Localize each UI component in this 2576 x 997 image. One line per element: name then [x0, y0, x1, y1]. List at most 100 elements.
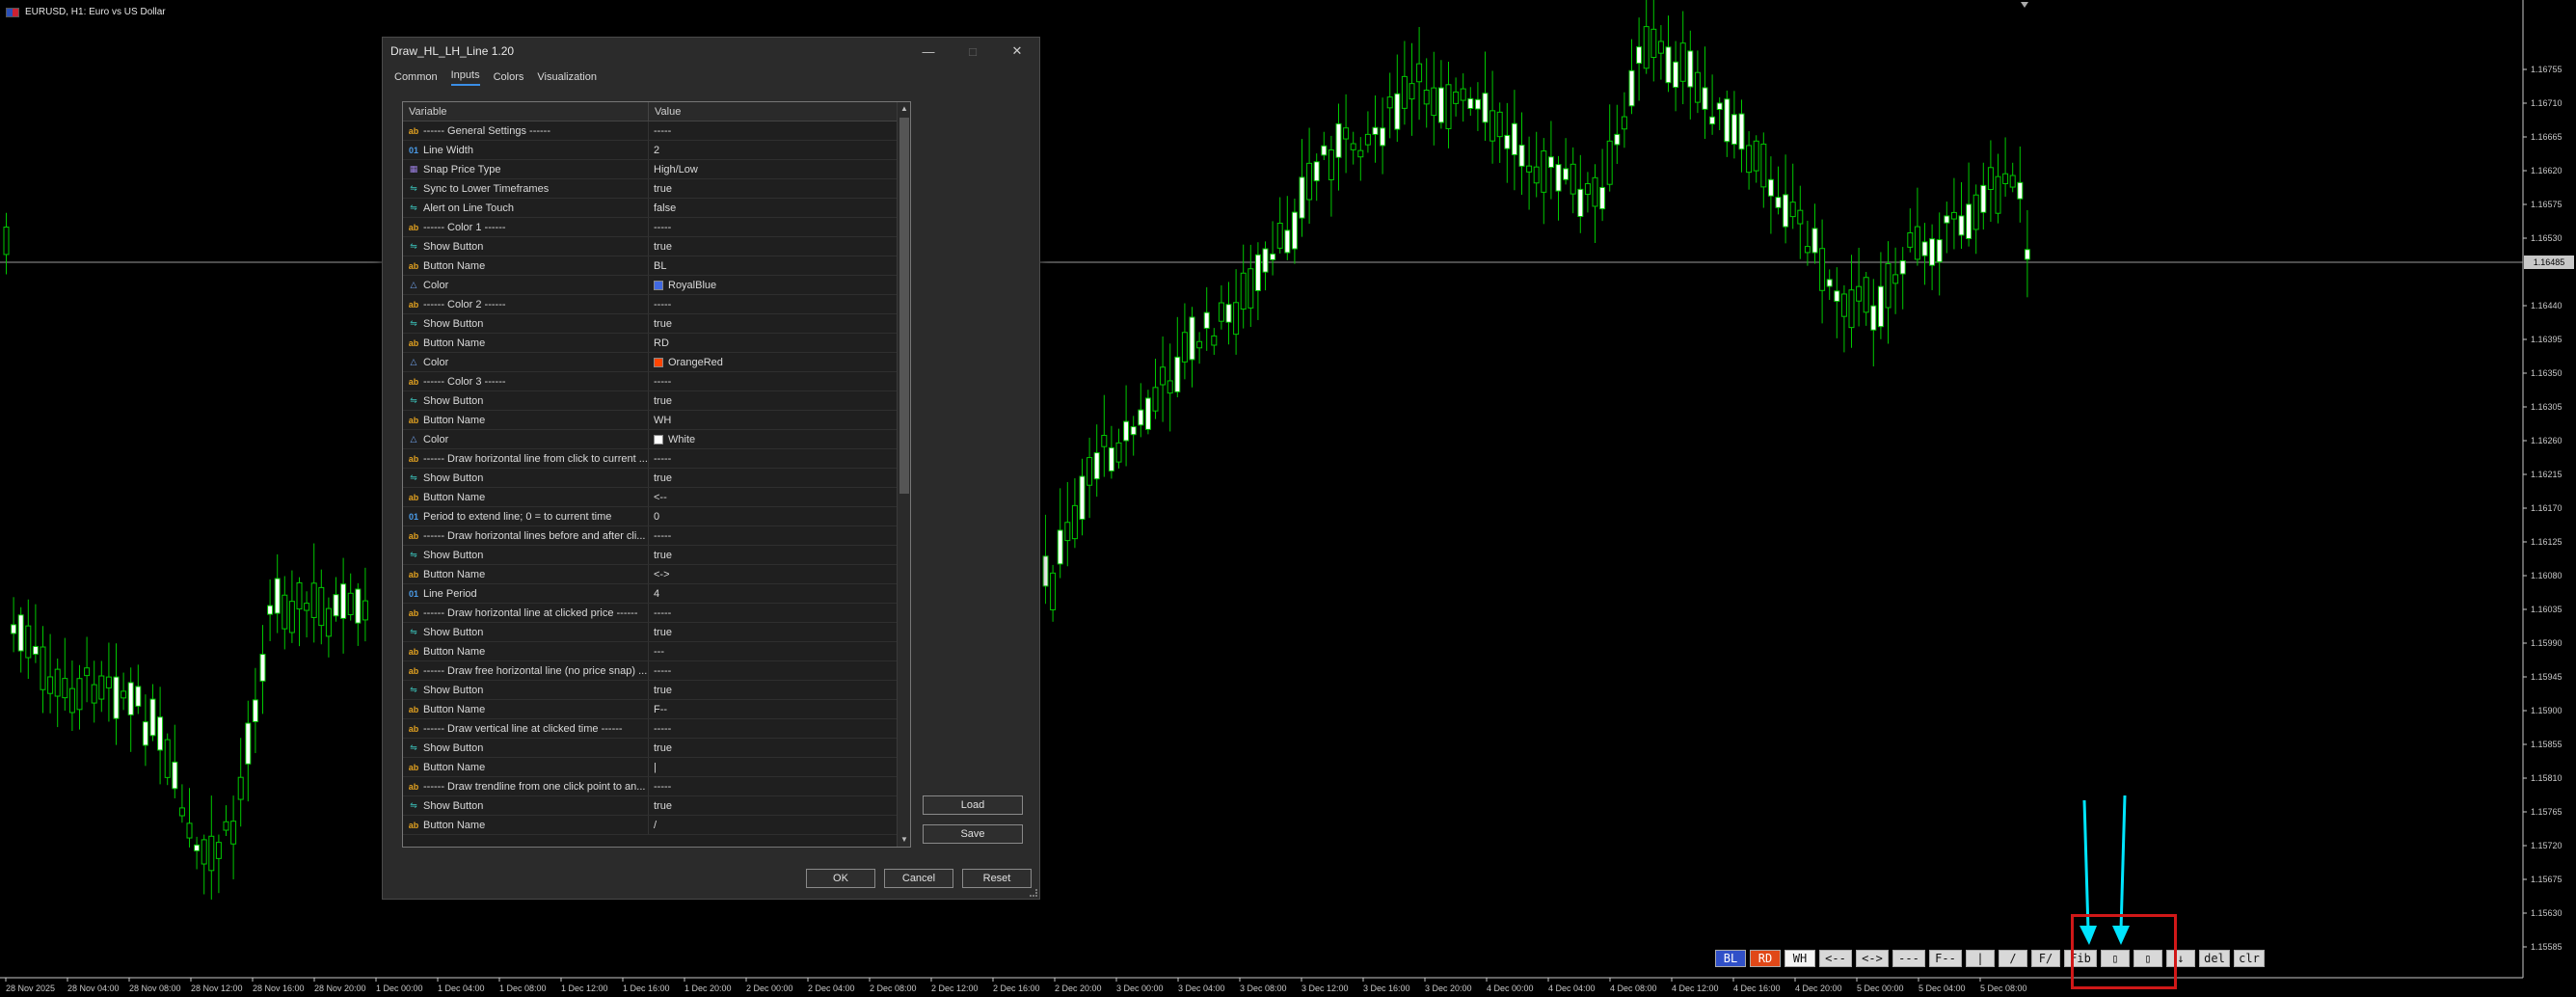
grid-row[interactable]: ab Button Name RD	[403, 334, 897, 353]
scroll-up-icon[interactable]: ▲	[898, 102, 910, 116]
grid-row[interactable]: ⇋ Alert on Line Touch false	[403, 199, 897, 218]
scroll-down-icon[interactable]: ▼	[898, 833, 910, 847]
grid-row[interactable]: ab ------ Draw horizontal line from click…	[403, 449, 897, 469]
row-value[interactable]: -----	[649, 372, 897, 391]
grid-row[interactable]: ab Button Name ---	[403, 642, 897, 661]
tab-visualization[interactable]: Visualization	[537, 71, 597, 86]
row-value[interactable]: false	[649, 199, 897, 217]
toolbar-button[interactable]: |	[1966, 950, 1995, 967]
toolbar-button[interactable]: WH	[1784, 950, 1815, 967]
row-value[interactable]: -----	[649, 777, 897, 795]
grid-row[interactable]: ab ------ Draw horizontal line at clicked…	[403, 604, 897, 623]
grid-row[interactable]: ⇋ Show Button true	[403, 796, 897, 816]
tab-inputs[interactable]: Inputs	[450, 69, 480, 86]
row-value[interactable]: |	[649, 758, 897, 776]
grid-row[interactable]: △ Color RoyalBlue	[403, 276, 897, 295]
row-value[interactable]: 2	[649, 141, 897, 159]
grid-row[interactable]: ⇋ Show Button true	[403, 469, 897, 488]
resize-grip-icon[interactable]	[1030, 889, 1037, 897]
row-value[interactable]: WH	[649, 411, 897, 429]
toolbar-button[interactable]: /	[1999, 950, 2027, 967]
toolbar-button[interactable]: <->	[1856, 950, 1889, 967]
row-value[interactable]: <->	[649, 565, 897, 583]
grid-row[interactable]: 01 Line Period 4	[403, 584, 897, 604]
grid-row[interactable]: ⇋ Show Button true	[403, 623, 897, 642]
row-value[interactable]: true	[649, 546, 897, 564]
toolbar-button[interactable]: <--	[1819, 950, 1852, 967]
grid-row[interactable]: ab ------ Draw vertical line at clicked t…	[403, 719, 897, 739]
row-value[interactable]: ---	[649, 642, 897, 660]
row-value[interactable]: -----	[649, 449, 897, 468]
toolbar-button[interactable]: RD	[1750, 950, 1781, 967]
grid-row[interactable]: ab ------ Draw horizontal lines before an…	[403, 526, 897, 546]
toolbar-button[interactable]: F/	[2031, 950, 2060, 967]
reset-button[interactable]: Reset	[962, 869, 1032, 888]
toolbar-button[interactable]: ---	[1892, 950, 1925, 967]
grid-row[interactable]: ab ------ Color 1 ------ -----	[403, 218, 897, 237]
grid-row[interactable]: ab Button Name <--	[403, 488, 897, 507]
tab-colors[interactable]: Colors	[494, 71, 524, 86]
row-value[interactable]: -----	[649, 661, 897, 680]
dialog-titlebar[interactable]: Draw_HL_LH_Line 1.20 — □ ✕	[383, 38, 1039, 65]
minimize-icon[interactable]: —	[906, 38, 951, 65]
grid-row[interactable]: ab Button Name <->	[403, 565, 897, 584]
toolbar-button[interactable]: del	[2199, 950, 2230, 967]
row-value[interactable]: true	[649, 179, 897, 198]
grid-row[interactable]: ⇋ Show Button true	[403, 739, 897, 758]
cancel-button[interactable]: Cancel	[884, 869, 953, 888]
row-value[interactable]: true	[649, 237, 897, 256]
load-button[interactable]: Load	[923, 795, 1023, 815]
row-value[interactable]: RoyalBlue	[649, 276, 897, 294]
column-header-variable[interactable]: Variable	[403, 102, 649, 121]
row-value[interactable]: -----	[649, 719, 897, 738]
grid-row[interactable]: ab Button Name /	[403, 816, 897, 835]
toolbar-button[interactable]: F--	[1929, 950, 1962, 967]
row-value[interactable]: -----	[649, 604, 897, 622]
grid-row[interactable]: ab Button Name WH	[403, 411, 897, 430]
grid-row[interactable]: ⇋ Show Button true	[403, 391, 897, 411]
row-value[interactable]: BL	[649, 256, 897, 275]
toolbar-button[interactable]: BL	[1715, 950, 1746, 967]
row-value[interactable]: true	[649, 681, 897, 699]
row-value[interactable]: <--	[649, 488, 897, 506]
grid-row[interactable]: ab ------ Draw free horizontal line (no p…	[403, 661, 897, 681]
row-value[interactable]: F--	[649, 700, 897, 718]
grid-row[interactable]: ⇋ Sync to Lower Timeframes true	[403, 179, 897, 199]
row-value[interactable]: true	[649, 314, 897, 333]
row-value[interactable]: White	[649, 430, 897, 448]
grid-row[interactable]: ab ------ Color 3 ------ -----	[403, 372, 897, 391]
grid-row[interactable]: ⇋ Show Button true	[403, 237, 897, 256]
tab-common[interactable]: Common	[394, 71, 438, 86]
grid-row[interactable]: ⇋ Show Button true	[403, 681, 897, 700]
row-value[interactable]: -----	[649, 526, 897, 545]
row-value[interactable]: /	[649, 816, 897, 834]
ok-button[interactable]: OK	[806, 869, 875, 888]
row-value[interactable]: true	[649, 623, 897, 641]
row-value[interactable]: 4	[649, 584, 897, 603]
row-value[interactable]: -----	[649, 295, 897, 313]
grid-row[interactable]: ⇋ Show Button true	[403, 546, 897, 565]
row-value[interactable]: -----	[649, 218, 897, 236]
indicator-properties-dialog[interactable]: Draw_HL_LH_Line 1.20 — □ ✕ Common Inputs…	[382, 37, 1040, 900]
grid-scrollbar[interactable]: ▲ ▼	[897, 102, 910, 847]
row-value[interactable]: true	[649, 469, 897, 487]
grid-row[interactable]: ⇋ Show Button true	[403, 314, 897, 334]
grid-row[interactable]: ab Button Name |	[403, 758, 897, 777]
grid-row[interactable]: 01 Period to extend line; 0 = to current …	[403, 507, 897, 526]
toolbar-button[interactable]: clr	[2234, 950, 2265, 967]
grid-row[interactable]: △ Color White	[403, 430, 897, 449]
grid-row[interactable]: ▦ Snap Price Type High/Low	[403, 160, 897, 179]
column-header-value[interactable]: Value	[649, 102, 910, 121]
grid-row[interactable]: ab ------ Color 2 ------ -----	[403, 295, 897, 314]
row-value[interactable]: OrangeRed	[649, 353, 897, 371]
grid-row[interactable]: 01 Line Width 2	[403, 141, 897, 160]
row-value[interactable]: -----	[649, 121, 897, 140]
row-value[interactable]: true	[649, 391, 897, 410]
row-value[interactable]: true	[649, 796, 897, 815]
grid-row[interactable]: ab Button Name BL	[403, 256, 897, 276]
close-icon[interactable]: ✕	[995, 38, 1039, 65]
row-value[interactable]: 0	[649, 507, 897, 525]
row-value[interactable]: true	[649, 739, 897, 757]
grid-row[interactable]: ab ------ General Settings ------ -----	[403, 121, 897, 141]
inputs-grid[interactable]: Variable Value ab ------ General Settings…	[402, 101, 911, 848]
